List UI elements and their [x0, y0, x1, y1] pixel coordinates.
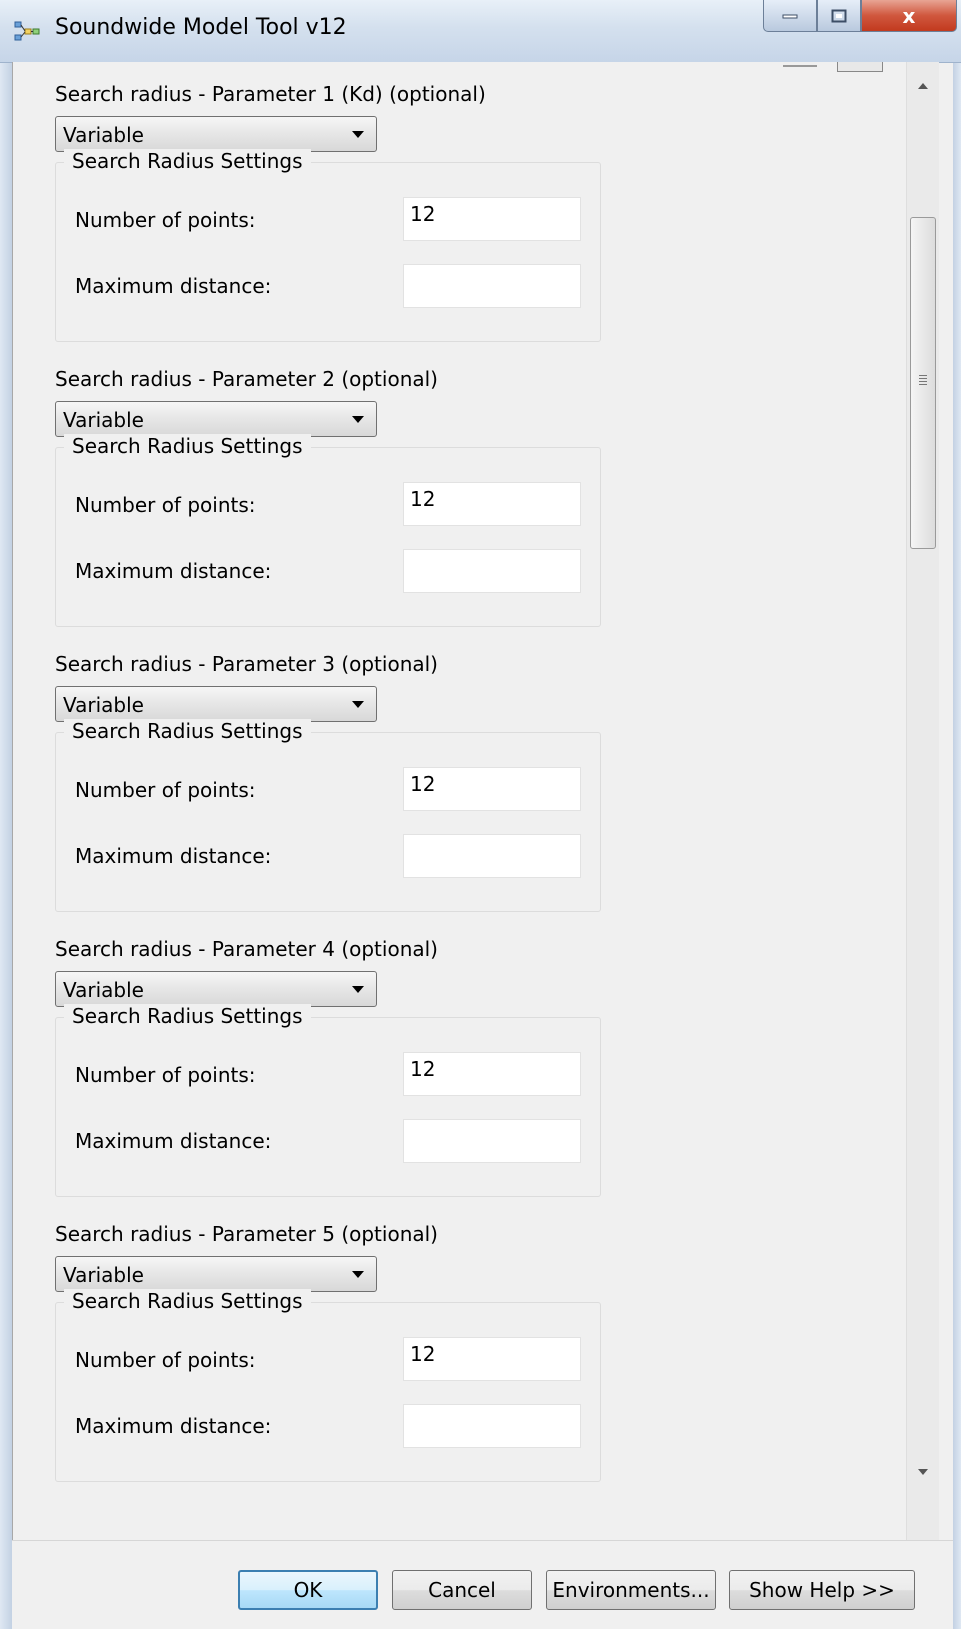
dropdown-value: Variable	[63, 693, 144, 717]
number-of-points-input[interactable]: 12	[403, 482, 581, 526]
maximum-distance-input[interactable]	[403, 1119, 581, 1163]
maximum-distance-input[interactable]	[403, 264, 581, 308]
number-of-points-input[interactable]: 12	[403, 1337, 581, 1381]
number-of-points-label: Number of points:	[75, 778, 256, 802]
number-of-points-label: Number of points:	[75, 1348, 256, 1372]
minimize-icon	[782, 14, 798, 18]
search-radius-type-dropdown[interactable]: Variable	[55, 116, 377, 152]
search-radius-settings-group: Search Radius Settings Number of points:…	[55, 1004, 601, 1197]
search-radius-settings-group: Search Radius Settings Number of points:…	[55, 1289, 601, 1482]
maximum-distance-input[interactable]	[403, 1404, 581, 1448]
remnant-divider	[783, 65, 817, 67]
tool-dialog-window: Soundwide Model Tool v12 x Search radius…	[0, 0, 961, 1629]
search-radius-type-dropdown[interactable]: Variable	[55, 401, 377, 437]
maximize-button[interactable]	[817, 0, 861, 32]
group-title: Search Radius Settings	[64, 434, 311, 458]
scroll-down-button[interactable]	[907, 1460, 939, 1484]
window-controls: x	[763, 0, 957, 34]
scroll-up-arrow-icon	[918, 83, 928, 89]
maximum-distance-label: Maximum distance:	[75, 559, 272, 583]
dropdown-value: Variable	[63, 978, 144, 1002]
maximize-icon	[831, 9, 847, 22]
environments-button[interactable]: Environments...	[546, 1570, 716, 1610]
chevron-down-icon	[352, 1271, 364, 1278]
chevron-down-icon	[352, 986, 364, 993]
dropdown-value: Variable	[63, 123, 144, 147]
close-icon: x	[902, 3, 916, 28]
group-title: Search Radius Settings	[64, 1289, 311, 1313]
model-tool-icon	[14, 21, 40, 41]
group-title: Search Radius Settings	[64, 1004, 311, 1028]
chevron-down-icon	[352, 701, 364, 708]
title-bar[interactable]: Soundwide Model Tool v12 x	[0, 0, 961, 63]
section-label: Search radius - Parameter 5 (optional)	[55, 1222, 438, 1246]
section-label: Search radius - Parameter 2 (optional)	[55, 367, 438, 391]
cancel-button[interactable]: Cancel	[392, 1570, 532, 1610]
chevron-down-icon	[352, 416, 364, 423]
dropdown-value: Variable	[63, 408, 144, 432]
close-button[interactable]: x	[861, 0, 957, 32]
grip-icon	[919, 375, 927, 387]
search-radius-type-dropdown[interactable]: Variable	[55, 971, 377, 1007]
remnant-control	[837, 62, 883, 72]
search-radius-settings-group: Search Radius Settings Number of points:…	[55, 434, 601, 627]
vertical-scrollbar[interactable]	[906, 62, 939, 1540]
number-of-points-input[interactable]: 12	[403, 1052, 581, 1096]
number-of-points-input[interactable]: 12	[403, 197, 581, 241]
previous-section-remnant	[13, 62, 926, 72]
section-label: Search radius - Parameter 3 (optional)	[55, 652, 438, 676]
group-title: Search Radius Settings	[64, 149, 311, 173]
chevron-down-icon	[352, 131, 364, 138]
maximum-distance-input[interactable]	[403, 549, 581, 593]
ok-button[interactable]: OK	[238, 1570, 378, 1610]
window-title: Soundwide Model Tool v12	[55, 15, 347, 40]
dropdown-value: Variable	[63, 1263, 144, 1287]
search-radius-settings-group: Search Radius Settings Number of points:…	[55, 719, 601, 912]
scroll-down-arrow-icon	[918, 1469, 928, 1475]
scroll-thumb[interactable]	[910, 217, 936, 549]
maximum-distance-label: Maximum distance:	[75, 1414, 272, 1438]
search-radius-settings-group: Search Radius Settings Number of points:…	[55, 149, 601, 342]
window-frame-left	[0, 0, 12, 1629]
number-of-points-input[interactable]: 12	[403, 767, 581, 811]
maximum-distance-label: Maximum distance:	[75, 1129, 272, 1153]
group-title: Search Radius Settings	[64, 719, 311, 743]
section-label: Search radius - Parameter 4 (optional)	[55, 937, 438, 961]
search-radius-type-dropdown[interactable]: Variable	[55, 686, 377, 722]
number-of-points-label: Number of points:	[75, 208, 256, 232]
maximum-distance-label: Maximum distance:	[75, 844, 272, 868]
number-of-points-label: Number of points:	[75, 493, 256, 517]
scroll-up-button[interactable]	[907, 74, 939, 98]
parameters-panel: Search radius - Parameter 1 (Kd) (option…	[12, 62, 939, 1540]
dialog-button-bar: OK Cancel Environments... Show Help >>	[12, 1540, 953, 1629]
minimize-button[interactable]	[763, 0, 817, 32]
show-help-button[interactable]: Show Help >>	[729, 1570, 915, 1610]
search-radius-type-dropdown[interactable]: Variable	[55, 1256, 377, 1292]
maximum-distance-label: Maximum distance:	[75, 274, 272, 298]
window-frame-right	[953, 0, 961, 1629]
maximum-distance-input[interactable]	[403, 834, 581, 878]
number-of-points-label: Number of points:	[75, 1063, 256, 1087]
section-label: Search radius - Parameter 1 (Kd) (option…	[55, 82, 486, 106]
